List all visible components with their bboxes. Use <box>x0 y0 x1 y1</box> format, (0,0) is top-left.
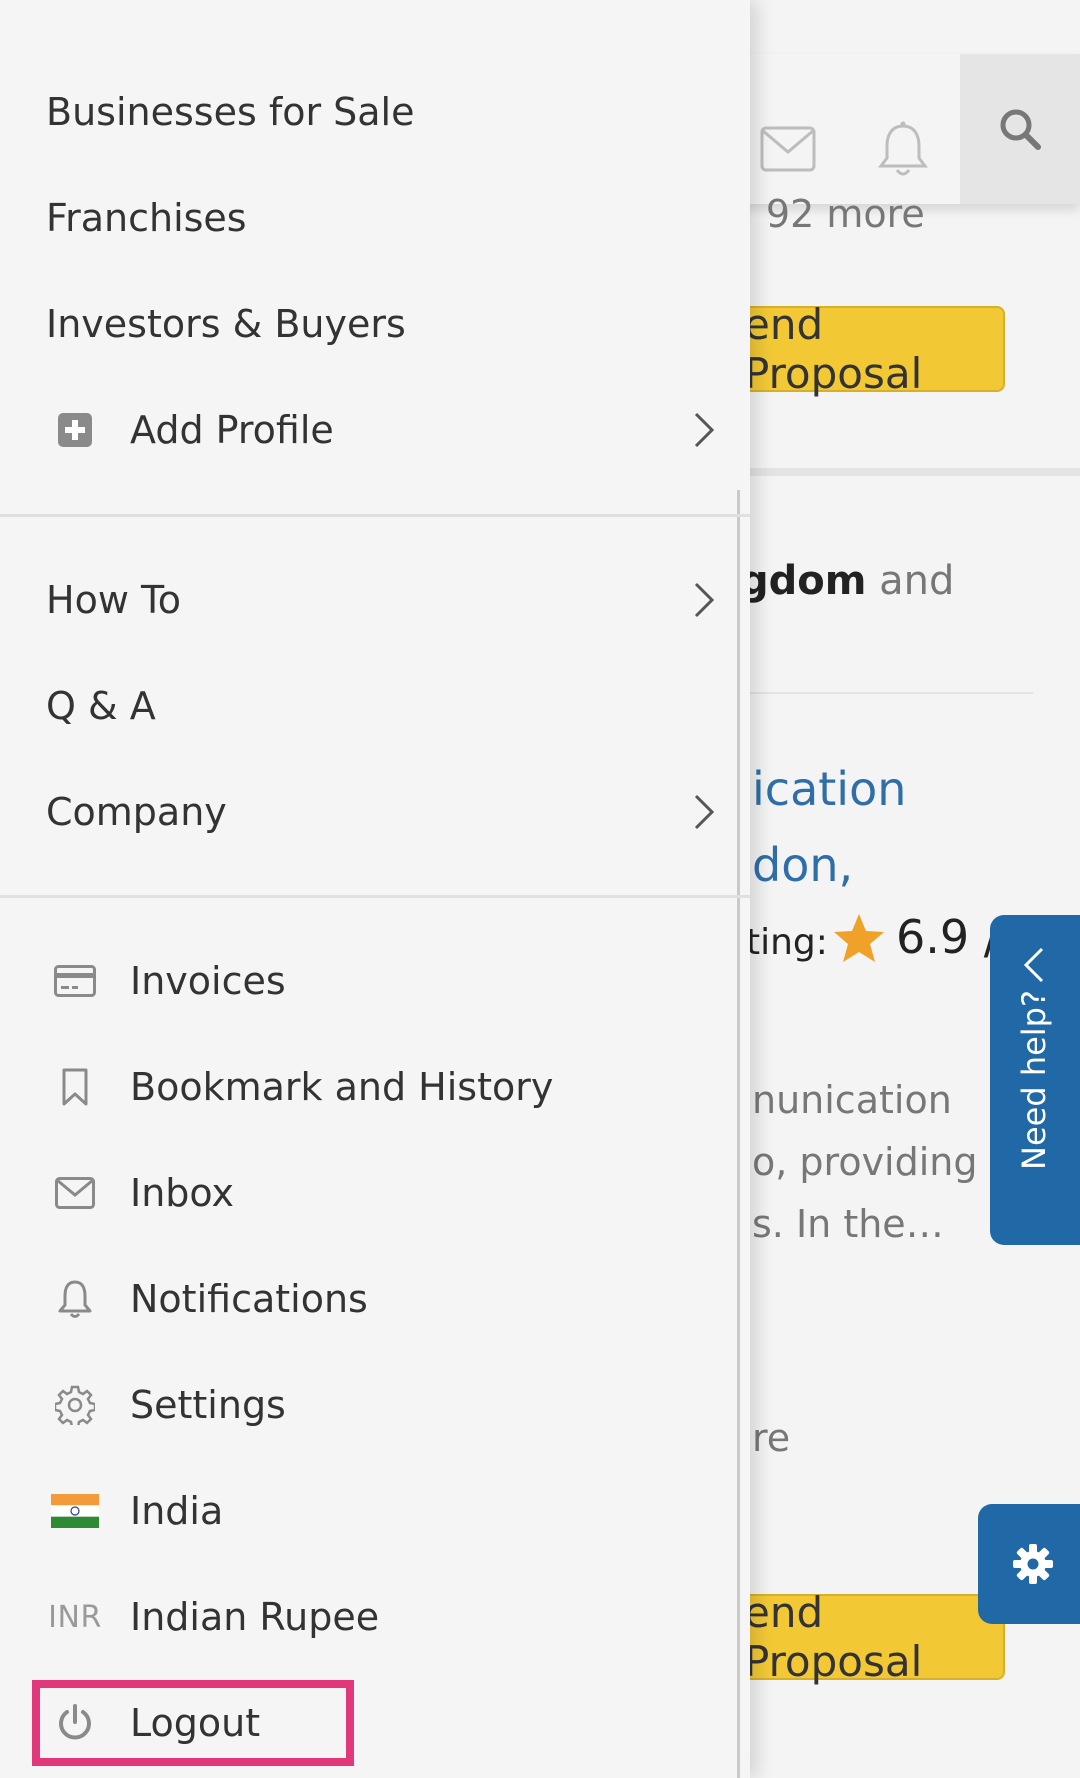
menu-item-add-profile[interactable]: Add Profile <box>0 390 740 470</box>
menu-separator <box>0 895 750 898</box>
send-proposal-button[interactable]: end Proposal <box>722 1588 1005 1686</box>
menu-item-notifications[interactable]: Notifications <box>0 1259 740 1339</box>
menu-item-settings[interactable]: Settings <box>0 1365 740 1445</box>
menu-item-label: Bookmark and History <box>130 1065 554 1109</box>
menu-item-label: Invoices <box>130 959 286 1003</box>
envelope-icon[interactable] <box>760 126 816 172</box>
bell-icon[interactable] <box>876 120 930 180</box>
rating-value: 6.9 / <box>896 910 1000 964</box>
need-help-label: Need help? <box>1015 990 1053 1170</box>
description-line-1: nunication <box>752 1078 952 1122</box>
menu-item-country-india[interactable]: India <box>0 1471 740 1551</box>
menu-item-invoices[interactable]: Invoices <box>0 941 740 1021</box>
menu-item-businesses-for-sale[interactable]: Businesses for Sale <box>0 72 740 152</box>
card-divider-thin <box>740 692 1033 694</box>
menu-item-label: Add Profile <box>130 408 334 452</box>
currency-code-icon: INR <box>48 1599 102 1635</box>
menu-item-inbox[interactable]: Inbox <box>0 1153 740 1233</box>
menu-item-q-and-a[interactable]: Q & A <box>0 666 740 746</box>
menu-item-label: How To <box>46 578 181 622</box>
send-proposal-button[interactable]: end Proposal <box>722 300 1005 398</box>
menu-item-investors-buyers[interactable]: Investors & Buyers <box>0 284 740 364</box>
chevron-left-icon <box>1023 947 1044 983</box>
listing-title-line-1[interactable]: ication <box>752 762 906 816</box>
menu-item-currency[interactable]: INR Indian Rupee <box>0 1577 740 1657</box>
menu-item-label: Franchises <box>46 196 247 240</box>
menu-item-label: Notifications <box>130 1277 368 1321</box>
menu-item-label: Investors & Buyers <box>46 302 406 346</box>
menu-item-label: Q & A <box>46 684 156 728</box>
listing-title-line-2[interactable]: don, <box>752 838 853 892</box>
bell-icon <box>48 1272 102 1326</box>
plus-square-icon <box>48 403 102 457</box>
description-line-3: s. In the… <box>752 1202 944 1246</box>
rating-label: ting: <box>746 922 828 963</box>
settings-float-button[interactable] <box>978 1504 1080 1624</box>
star-icon <box>834 914 884 962</box>
read-more-text[interactable]: re <box>752 1416 790 1460</box>
menu-item-label: Indian Rupee <box>130 1595 380 1639</box>
credit-card-icon <box>48 954 102 1008</box>
menu-item-label: Inbox <box>130 1171 234 1215</box>
menu-separator <box>0 514 750 517</box>
chevron-right-icon <box>694 582 715 618</box>
envelope-icon <box>48 1166 102 1220</box>
menu-item-how-to[interactable]: How To <box>0 560 740 640</box>
menu-item-label: Settings <box>130 1383 286 1427</box>
navigation-drawer: Businesses for Sale Franchises Investors… <box>0 0 750 1778</box>
menu-item-label: India <box>130 1489 224 1533</box>
menu-item-bookmark-history[interactable]: Bookmark and History <box>0 1047 740 1127</box>
chevron-right-icon <box>694 794 715 830</box>
search-icon <box>1000 109 1041 150</box>
menu-item-company[interactable]: Company <box>0 772 740 852</box>
chevron-right-icon <box>694 412 715 448</box>
menu-item-franchises[interactable]: Franchises <box>0 178 740 258</box>
location-text: gdom and <box>740 558 955 604</box>
india-flag-icon <box>48 1484 102 1538</box>
card-divider <box>740 468 1080 476</box>
bookmark-icon <box>48 1060 102 1114</box>
logout-highlight-box <box>32 1680 354 1766</box>
search-button[interactable] <box>960 54 1080 204</box>
description-line-2: o, providing <box>752 1140 978 1184</box>
menu-item-label: Businesses for Sale <box>46 90 415 134</box>
gear-icon <box>1013 1544 1053 1584</box>
gear-icon <box>48 1378 102 1432</box>
more-locations-text: + 92 more <box>722 192 925 236</box>
menu-item-label: Company <box>46 790 227 834</box>
